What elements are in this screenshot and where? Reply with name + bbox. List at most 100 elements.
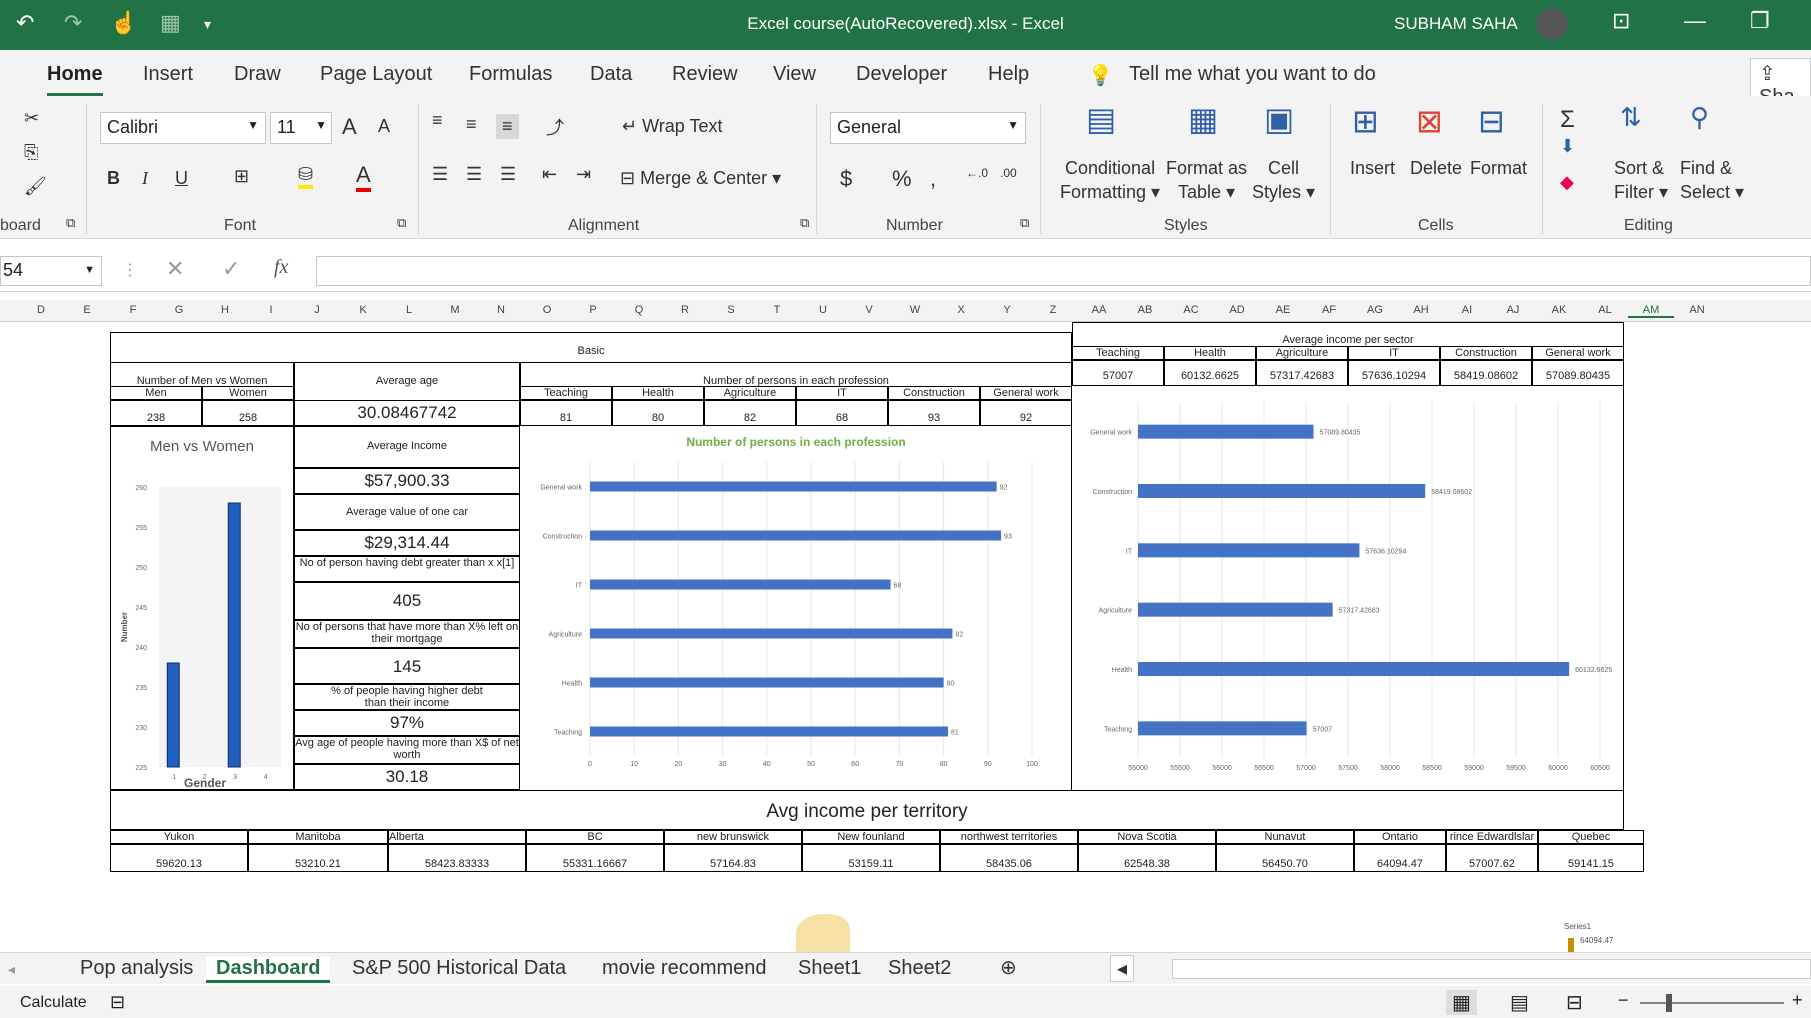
- column-header[interactable]: V: [846, 304, 892, 316]
- column-header[interactable]: H: [202, 304, 248, 316]
- zoom-thumb[interactable]: [1666, 994, 1672, 1012]
- sort-filter-icon[interactable]: ⇅: [1620, 102, 1642, 133]
- increase-indent-icon[interactable]: ⇥: [576, 164, 591, 185]
- number-format-box[interactable]: General ▼: [830, 112, 1026, 144]
- column-header[interactable]: T: [754, 304, 800, 316]
- column-header[interactable]: AJ: [1490, 304, 1536, 316]
- percent-icon[interactable]: %: [892, 166, 912, 192]
- sheet-tab-dashboard[interactable]: Dashboard: [206, 957, 331, 983]
- conditional-formatting-icon[interactable]: ▤: [1086, 100, 1116, 138]
- decrease-indent-icon[interactable]: ⇤: [542, 164, 557, 185]
- avatar[interactable]: [1536, 8, 1568, 40]
- column-header[interactable]: AM: [1628, 304, 1674, 318]
- column-header[interactable]: N: [478, 304, 524, 316]
- increase-font-icon[interactable]: A: [342, 114, 357, 140]
- normal-view-icon[interactable]: ▦: [1446, 990, 1477, 1015]
- ribbon-display-icon[interactable]: ⊡: [1612, 8, 1630, 34]
- tab-page-layout[interactable]: Page Layout: [320, 63, 432, 86]
- page-break-view-icon[interactable]: ⊟: [1566, 990, 1583, 1015]
- men-women-chart[interactable]: Men vs Women 225 230 235 240 245 250 255 260 1 2 3 4…: [110, 426, 294, 790]
- tab-formulas[interactable]: Formulas: [469, 63, 552, 86]
- column-header[interactable]: S: [708, 304, 754, 316]
- column-header[interactable]: AH: [1398, 304, 1444, 316]
- column-header[interactable]: W: [892, 304, 938, 316]
- format-painter-icon[interactable]: 🖌: [24, 176, 47, 197]
- wrap-text-button[interactable]: ↵ Wrap Text: [622, 116, 722, 137]
- bottom-align-icon[interactable]: ≡: [496, 114, 519, 139]
- conditional-formatting-button[interactable]: Conditional Formatting ▾: [1060, 156, 1160, 204]
- orientation-icon[interactable]: ⤴: [546, 114, 564, 140]
- clear-icon[interactable]: ◆: [1560, 172, 1574, 193]
- zoom-slider[interactable]: [1640, 1002, 1784, 1004]
- tab-draw[interactable]: Draw: [234, 63, 281, 86]
- column-header[interactable]: Q: [616, 304, 662, 316]
- copy-icon[interactable]: ⎘: [24, 142, 38, 163]
- column-header[interactable]: AN: [1674, 304, 1720, 316]
- user-name[interactable]: SUBHAM SAHA: [1394, 14, 1518, 34]
- sheet-tab-pop-analysis[interactable]: Pop analysis: [80, 957, 193, 980]
- sort-filter-button[interactable]: Sort & Filter ▾: [1614, 156, 1668, 204]
- middle-align-icon[interactable]: ≡: [466, 114, 477, 135]
- italic-icon[interactable]: I: [142, 168, 148, 189]
- decrease-decimal-icon[interactable]: .00: [1000, 166, 1017, 180]
- column-header[interactable]: AC: [1168, 304, 1214, 316]
- center-icon[interactable]: ☰: [466, 164, 482, 185]
- scroll-left-icon[interactable]: ◂: [8, 961, 15, 978]
- column-header[interactable]: AD: [1214, 304, 1260, 316]
- column-header[interactable]: F: [110, 304, 156, 316]
- profession-chart[interactable]: Number of persons in each profession 0 10 2…: [520, 426, 1072, 790]
- hscroll-left-icon[interactable]: ◂: [1110, 955, 1135, 982]
- minimize-icon[interactable]: —: [1684, 8, 1706, 34]
- format-as-table-button[interactable]: Format as Table ▾: [1166, 156, 1247, 204]
- borders-icon[interactable]: ⊞: [234, 166, 249, 187]
- cut-icon[interactable]: ✂: [24, 108, 39, 129]
- insert-function-icon[interactable]: fx: [274, 256, 288, 279]
- font-name-box[interactable]: Calibri ▼: [100, 112, 266, 144]
- zoom-out-icon[interactable]: −: [1618, 990, 1629, 1011]
- fill-icon[interactable]: ⬇: [1560, 136, 1575, 157]
- font-color-icon[interactable]: A: [356, 162, 371, 192]
- fill-color-icon[interactable]: ⛁: [298, 164, 314, 189]
- column-header[interactable]: Z: [1030, 304, 1076, 316]
- add-sheet-icon[interactable]: ⊕: [1000, 955, 1017, 980]
- decrease-font-icon[interactable]: A: [378, 116, 390, 137]
- tab-review[interactable]: Review: [672, 63, 738, 86]
- comma-icon[interactable]: ,: [930, 166, 936, 192]
- cancel-icon[interactable]: ✕: [166, 256, 184, 282]
- zoom-in-icon[interactable]: +: [1792, 990, 1803, 1011]
- insert-cells-icon[interactable]: ⊞: [1352, 102, 1379, 140]
- format-as-table-icon[interactable]: ▦: [1188, 100, 1218, 138]
- column-header[interactable]: E: [64, 304, 110, 316]
- bold-icon[interactable]: B: [107, 168, 120, 189]
- font-size-box[interactable]: 11 ▼: [270, 112, 332, 144]
- dialog-launcher-icon[interactable]: ⧉: [800, 215, 809, 231]
- worksheet[interactable]: Basic Number of Men vs Women Men Women 2…: [0, 322, 1811, 952]
- column-header[interactable]: AI: [1444, 304, 1490, 316]
- column-header[interactable]: AE: [1260, 304, 1306, 316]
- formula-input[interactable]: [316, 256, 1811, 286]
- tab-data[interactable]: Data: [590, 63, 632, 86]
- tab-help[interactable]: Help: [988, 63, 1029, 86]
- tell-me-input[interactable]: Tell me what you want to do: [1129, 63, 1376, 86]
- insert-button[interactable]: Insert: [1350, 158, 1395, 179]
- column-header[interactable]: O: [524, 304, 570, 316]
- format-cells-icon[interactable]: ⊟: [1478, 102, 1505, 140]
- sheet-tab-sheet1[interactable]: Sheet1: [798, 957, 861, 980]
- increase-decimal-icon[interactable]: ←.0: [966, 166, 988, 180]
- column-header[interactable]: I: [248, 304, 294, 316]
- delete-button[interactable]: Delete: [1410, 158, 1462, 179]
- currency-icon[interactable]: $: [840, 166, 852, 192]
- dialog-launcher-icon[interactable]: ⧉: [1020, 215, 1029, 231]
- dialog-launcher-icon[interactable]: ⧉: [397, 215, 406, 231]
- column-header[interactable]: M: [432, 304, 478, 316]
- column-header[interactable]: G: [156, 304, 202, 316]
- tab-insert[interactable]: Insert: [143, 63, 193, 86]
- enter-icon[interactable]: ✓: [222, 256, 240, 282]
- sheet-tab-sheet2[interactable]: Sheet2: [888, 957, 951, 980]
- merge-center-button[interactable]: ⊟ Merge & Center ▾: [620, 168, 781, 189]
- column-header[interactable]: AK: [1536, 304, 1582, 316]
- column-header[interactable]: AG: [1352, 304, 1398, 316]
- delete-cells-icon[interactable]: ⊠: [1416, 102, 1443, 140]
- align-left-icon[interactable]: ☰: [432, 164, 448, 185]
- sheet-tab-sp500[interactable]: S&P 500 Historical Data: [352, 957, 566, 980]
